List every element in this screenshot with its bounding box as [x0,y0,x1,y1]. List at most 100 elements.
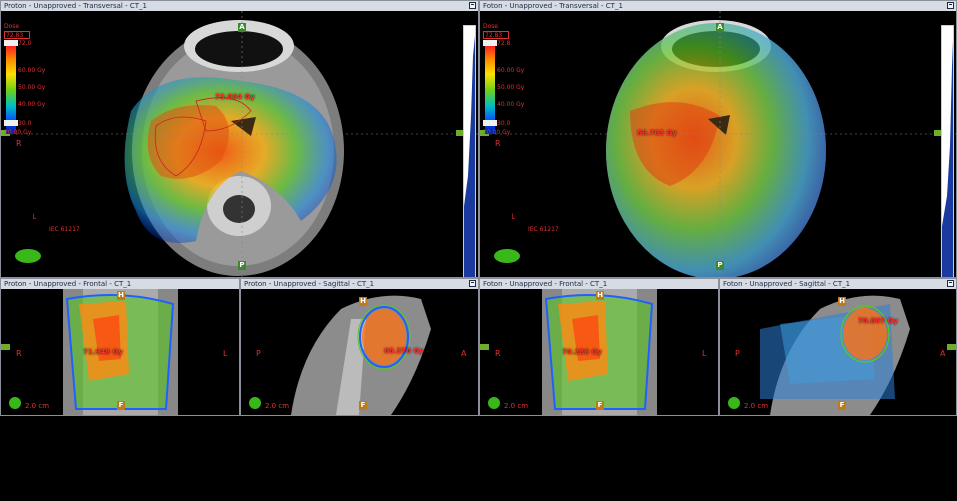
orient-posterior-label: P [735,349,740,358]
scale-bar-label: 2.0 cm [504,402,529,410]
ct-image-view[interactable]: 68.370 Gy H F P A 2.0 cm [241,289,478,415]
orient-right-label: R [495,139,501,148]
dose-max-label: 71.948 Gy [83,348,123,356]
dose-lower-handle[interactable] [483,120,497,126]
viewport-proton-frontal[interactable]: Proton - Unapproved - Frontal - CT_1 71.… [0,278,240,416]
iec-coordinate-label: IEC 61217 [49,226,80,233]
ct-image-view[interactable]: 71.948 Gy H F R L 2.0 cm [1,289,239,415]
dose-max-label: 70.286 Gy [562,348,602,356]
scale-bar-label: 2.0 cm [744,402,769,410]
viewport-title-bar[interactable]: Proton - Unapproved - Sagittal - CT_1 [241,279,478,289]
patient-orientation-icon [728,397,740,409]
dose-legend-min: 30.00 Gy [483,129,511,136]
viewport-title-bar[interactable]: Foton - Unapproved - Frontal - CT_1 [480,279,718,289]
viewport-foton-sagittal[interactable]: Foton - Unapproved - Sagittal - CT_1 70.… [719,278,957,416]
patient-orientation-icon [249,397,261,409]
patient-orientation-icon [488,397,500,409]
ct-image-view[interactable]: 66.763 Gy A P R IEC 61217 └ Dose 72.83 G… [480,11,956,277]
orient-posterior-label: P [256,349,261,358]
orient-foot-tag: F [359,401,367,410]
orient-foot-tag: F [838,401,846,410]
dose-lower-handle[interactable] [4,120,18,126]
coord-axis-icon: └ [510,214,515,223]
dose-max-label: 73.064 Gy [215,93,255,101]
orient-anterior-tag: A [716,23,724,32]
dose-legend-title: Dose [4,23,20,30]
right-axis-marker[interactable] [947,344,956,350]
dose-legend-max: 72.83 Gy [483,31,509,47]
ct-image-view[interactable]: 70.286 Gy H F R L 2.0 cm [480,289,718,415]
viewport-proton-sagittal[interactable]: Proton - Unapproved - Sagittal - CT_1 68… [240,278,479,416]
orient-head-tag: H [596,291,604,300]
viewport-title: Foton - Unapproved - Frontal - CT_1 [483,280,608,288]
dose-legend: Dose 72.83 Gy 72.8 60.00 Gy 50.00 Gy 40.… [483,23,524,136]
dose-legend-top: 72.8 [497,40,511,47]
orient-right-label: R [495,349,501,358]
dose-legend-min: 30.00 Gy [4,129,32,136]
dose-upper-handle[interactable] [483,40,497,46]
viewport-title: Proton - Unapproved - Sagittal - CT_1 [244,280,375,288]
viewport-title-bar[interactable]: Proton - Unapproved - Transversal - CT_1 [1,1,478,11]
dose-legend-top: 72.0 [18,40,32,47]
ct-image-view[interactable]: 73.064 Gy A P R IEC 61217 └ Dose 72.83 G… [1,11,478,277]
viewport-title-bar[interactable]: Foton - Unapproved - Sagittal - CT_1 [720,279,956,289]
dose-legend-60: 60.00 Gy [18,67,46,74]
scale-bar-label: 2.0 cm [25,402,50,410]
orient-anterior-label: A [461,349,467,358]
orient-foot-tag: F [117,401,125,410]
dose-upper-handle[interactable] [4,40,18,46]
ct-transversal-render [1,11,478,277]
dose-legend-title: Dose [483,23,499,30]
patient-orientation-icon [9,397,21,409]
orient-posterior-tag: P [238,261,246,270]
dose-max-label: 68.370 Gy [384,347,424,355]
viewport-title: Foton - Unapproved - Sagittal - CT_1 [723,280,851,288]
dose-max-label: 66.763 Gy [637,129,677,137]
viewport-foton-frontal[interactable]: Foton - Unapproved - Frontal - CT_1 70.2… [479,278,719,416]
dose-legend-bottom: 30.0 [18,120,32,127]
dose-legend-bottom: 30.0 [497,120,511,127]
orient-right-label: R [16,349,22,358]
scale-bar-label: 2.0 cm [265,402,290,410]
orient-left-label: L [223,349,228,358]
dose-max-label: 70.867 Gy [858,317,898,325]
orient-anterior-label: A [940,349,946,358]
viewport-title-bar[interactable]: Proton - Unapproved - Frontal - CT_1 [1,279,239,289]
viewport-title: Foton - Unapproved - Transversal - CT_1 [483,2,623,10]
dvh-curve [464,36,475,277]
viewport-proton-transversal[interactable]: Proton - Unapproved - Transversal - CT_1 [0,0,479,278]
viewport-title-bar[interactable]: Foton - Unapproved - Transversal - CT_1 [480,1,956,11]
dose-volume-sidebar[interactable] [941,25,954,277]
viewport-foton-transversal[interactable]: Foton - Unapproved - Transversal - CT_1 [479,0,957,278]
ct-transversal-render [480,11,956,277]
dose-legend-50: 50.00 Gy [497,84,525,91]
maximize-icon[interactable] [469,280,476,287]
orient-posterior-tag: P [716,261,724,270]
orient-right-label: R [16,139,22,148]
orient-head-tag: H [838,297,846,306]
viewport-title: Proton - Unapproved - Transversal - CT_1 [4,2,147,10]
dose-legend-40: 40.00 Gy [18,101,46,108]
dvh-curve [942,41,953,277]
dose-legend-50: 50.00 Gy [18,84,46,91]
orient-head-tag: H [117,291,125,300]
orient-head-tag: H [359,297,367,306]
left-axis-marker[interactable] [1,344,10,350]
maximize-icon[interactable] [469,2,476,9]
coord-axis-icon: └ [31,214,36,223]
patient-orientation-icon [15,249,41,263]
ct-sagittal-render [291,295,431,415]
viewport-title: Proton - Unapproved - Frontal - CT_1 [4,280,132,288]
dose-volume-sidebar[interactable] [463,25,476,277]
orient-anterior-tag: A [238,23,246,32]
patient-orientation-icon [494,249,520,263]
maximize-icon[interactable] [947,280,954,287]
dose-legend-60: 60.00 Gy [497,67,525,74]
dose-legend: Dose 72.83 Gy 72.0 60.00 Gy 50.00 Gy 40.… [4,23,45,136]
dose-legend-40: 40.00 Gy [497,101,525,108]
maximize-icon[interactable] [947,2,954,9]
ct-image-view[interactable]: 70.867 Gy H F P A 2.0 cm [720,289,956,415]
ct-sagittal-render [760,295,910,415]
dose-legend-max: 72.83 Gy [4,31,30,47]
left-axis-marker[interactable] [480,344,489,350]
